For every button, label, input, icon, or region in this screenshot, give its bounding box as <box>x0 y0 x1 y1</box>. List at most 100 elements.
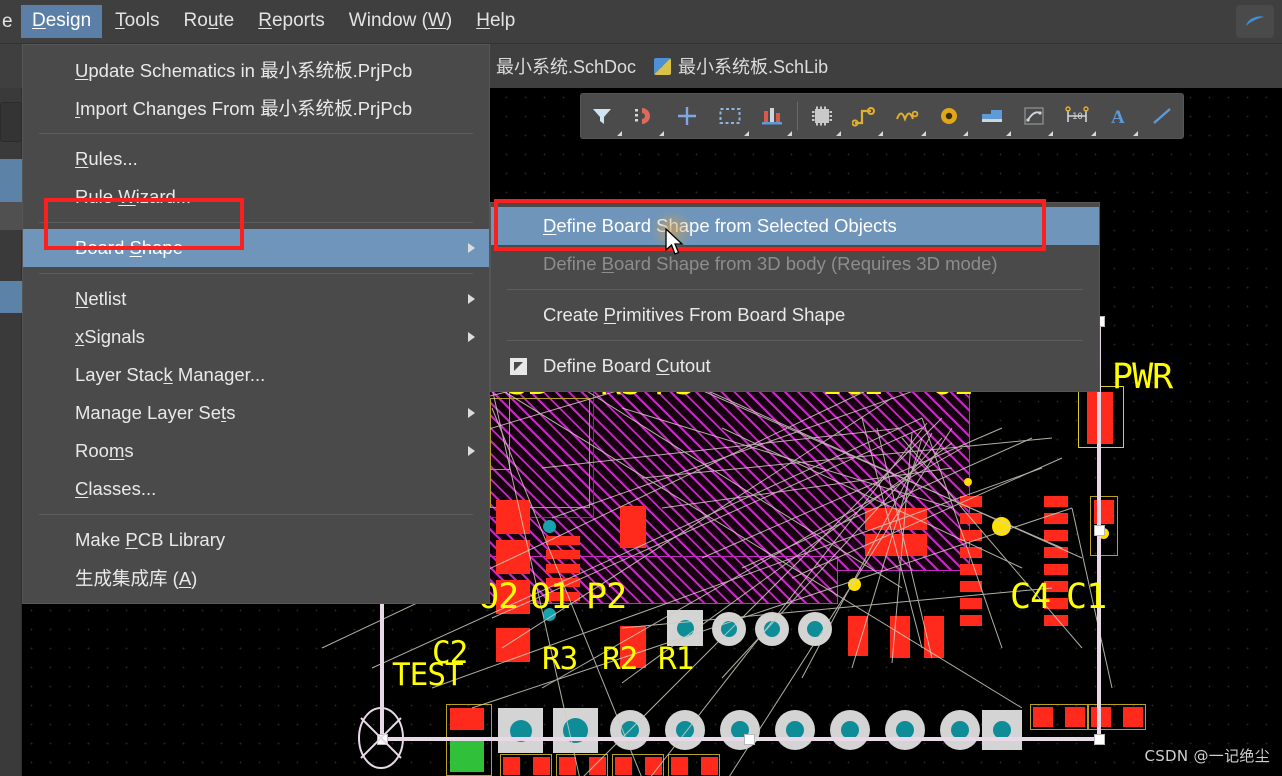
tb-place-string[interactable]: A <box>1098 94 1141 138</box>
via <box>610 710 650 750</box>
mi-label: Define Board Cutout <box>543 355 711 376</box>
tb-filter[interactable] <box>581 94 624 138</box>
board-cutout-icon <box>509 357 528 376</box>
mi-manage-layer-sets[interactable]: Manage Layer Sets <box>23 394 489 432</box>
mi-netlist[interactable]: Netlist <box>23 280 489 318</box>
selection-handle[interactable] <box>1094 525 1105 536</box>
mi-label: Layer Stack Manager... <box>75 364 266 385</box>
mi-define-board-cutout[interactable]: Define Board Cutout <box>491 347 1099 385</box>
mi-create-primitives-from-board-shape[interactable]: Create Primitives From Board Shape <box>491 296 1099 334</box>
pad <box>960 564 982 575</box>
component-outline-u1-inner <box>490 398 590 508</box>
via-yellow <box>992 517 1011 536</box>
menu-separator <box>507 340 1083 341</box>
tb-interactive-routing[interactable] <box>843 94 886 138</box>
svg-text:A: A <box>1111 107 1125 127</box>
board-shape-submenu[interactable]: Define Board Shape from Selected Objects… <box>490 202 1100 392</box>
pad <box>865 508 927 530</box>
menu-help[interactable]: Help <box>465 5 526 38</box>
menu-separator <box>39 514 473 515</box>
tb-polygon-pour[interactable] <box>970 94 1013 138</box>
tb-layer-stack[interactable] <box>751 94 794 138</box>
doc-tab-schlib[interactable]: 最小系统板.SchLib <box>645 53 837 79</box>
mi-rule-wizard[interactable]: Rule Wizard... <box>23 178 489 216</box>
pad <box>671 757 688 775</box>
tb-place-component[interactable] <box>800 94 843 138</box>
selection-handle[interactable] <box>744 734 755 745</box>
via-yellow <box>848 578 861 591</box>
mi-update-schematics[interactable]: Update Schematics in 最小系统板.PrjPcb <box>23 51 489 89</box>
doc-tab-schdoc[interactable]: ] 最小系统.SchDoc <box>475 53 645 79</box>
pad <box>533 757 550 775</box>
dock-chip-selected-a[interactable] <box>0 159 22 202</box>
dock-chip-3[interactable] <box>0 202 22 230</box>
tb-place-line[interactable] <box>1140 94 1183 138</box>
pad <box>1044 530 1068 541</box>
pad <box>960 615 982 626</box>
pad <box>701 757 718 775</box>
designator: O1 <box>530 577 571 617</box>
mi-import-changes[interactable]: Import Changes From 最小系统板.PrjPcb <box>23 89 489 127</box>
menu-route[interactable]: Route <box>173 5 246 38</box>
chevron-down-icon <box>920 131 926 136</box>
menu-design[interactable]: Design <box>21 5 103 38</box>
chevron-right-icon <box>468 332 475 342</box>
pad <box>620 506 646 548</box>
tb-place-via[interactable] <box>928 94 971 138</box>
dock-chip-2[interactable] <box>0 102 22 142</box>
design-dropdown[interactable]: Update Schematics in 最小系统板.PrjPcb Import… <box>22 44 490 604</box>
tb-crosshair[interactable] <box>666 94 709 138</box>
pad <box>960 547 982 558</box>
chevron-down-icon <box>616 131 622 136</box>
tb-area-select[interactable] <box>709 94 752 138</box>
mi-make-integrated-library[interactable]: 生成集成库 (A) <box>23 559 489 597</box>
chevron-down-icon <box>1048 131 1054 136</box>
origin-marker-icon <box>358 707 404 769</box>
mi-label: Rule Wizard... <box>75 186 192 207</box>
chevron-down-icon <box>786 131 792 136</box>
doc-tab-label: 最小系统.SchDoc <box>496 57 637 77</box>
tb-snap-magnet[interactable] <box>624 94 667 138</box>
pad <box>1065 707 1085 727</box>
tb-differential-pair[interactable] <box>885 94 928 138</box>
mi-label: Make PCB Library <box>75 529 226 550</box>
pad <box>1044 513 1068 524</box>
pad <box>645 757 662 775</box>
mi-board-shape[interactable]: Board Shape <box>23 229 489 267</box>
mi-define-board-shape-from-selected-objects[interactable]: Define Board Shape from Selected Objects <box>491 207 1099 245</box>
menu-reports[interactable]: Reports <box>247 5 336 38</box>
chevron-down-icon <box>659 131 664 136</box>
chevron-down-icon <box>744 131 749 136</box>
menu-window[interactable]: Window (W) <box>338 5 463 38</box>
menu-separator <box>39 273 473 274</box>
mi-classes[interactable]: Classes... <box>23 470 489 508</box>
menu-tools[interactable]: Tools <box>104 5 170 38</box>
pad <box>1044 547 1068 558</box>
mi-xsignals[interactable]: xSignals <box>23 318 489 356</box>
pad <box>960 598 982 609</box>
mi-layer-stack-manager[interactable]: Layer Stack Manager... <box>23 356 489 394</box>
via <box>755 612 789 646</box>
pad <box>924 616 944 658</box>
pad-green <box>450 740 484 772</box>
mi-make-pcb-library[interactable]: Make PCB Library <box>23 521 489 559</box>
pad <box>960 581 982 592</box>
dock-chip-selected-b[interactable] <box>0 281 22 313</box>
tb-place-arc[interactable] <box>1013 94 1056 138</box>
mi-label: Create Primitives From Board Shape <box>543 304 846 325</box>
via <box>712 612 746 646</box>
selection-handle[interactable] <box>1094 734 1105 745</box>
mi-label: Rules... <box>75 148 138 169</box>
mi-rooms[interactable]: Rooms <box>23 432 489 470</box>
pad <box>615 757 632 775</box>
board-outline-horizontal <box>380 737 1101 741</box>
mi-label: Update Schematics in 最小系统板.PrjPcb <box>75 60 413 81</box>
svg-text:10: 10 <box>1072 112 1083 122</box>
mi-rules[interactable]: Rules... <box>23 140 489 178</box>
menu-separator <box>39 222 473 223</box>
menu-bar-truncated-item[interactable]: e <box>0 11 20 33</box>
designator: P2 <box>586 577 627 617</box>
cloud-icon[interactable] <box>1236 5 1274 38</box>
tb-place-dimension[interactable]: 10 <box>1055 94 1098 138</box>
designator: R2 <box>602 641 638 677</box>
